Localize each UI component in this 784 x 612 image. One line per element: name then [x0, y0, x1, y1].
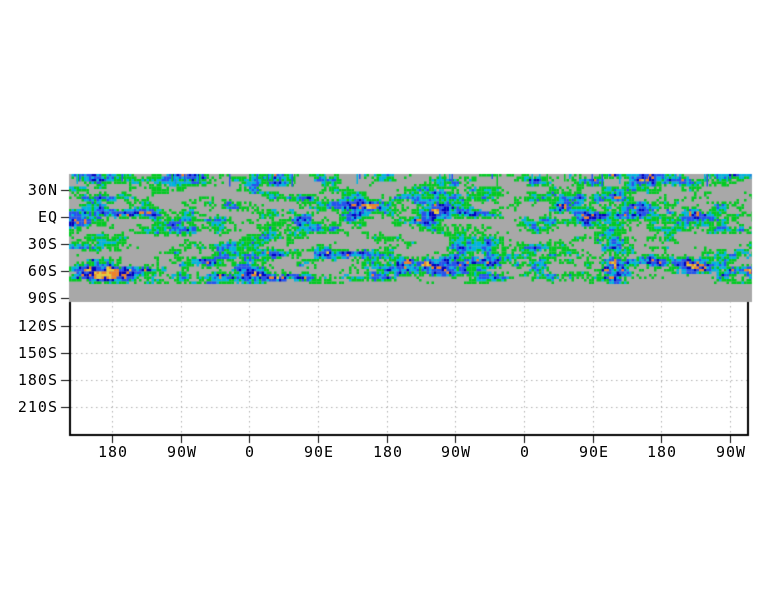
- x-tick-label: 90E: [303, 443, 335, 461]
- grads-plot-figure: 30N EQ 30S 60S 90S 120S 150S 180S 210S 180 90W 0 90…: [0, 0, 784, 612]
- y-tick-label: 30S: [27, 235, 58, 253]
- x-tick-label: 0: [244, 443, 256, 461]
- y-tick-label: EQ: [37, 208, 58, 226]
- x-tick-label: 180: [97, 443, 129, 461]
- y-tick-label: 90S: [27, 289, 58, 307]
- y-tick-label: 180S: [17, 371, 58, 389]
- x-tick-label: 90W: [166, 443, 198, 461]
- x-tick-label: 0: [519, 443, 531, 461]
- y-tick-label: 60S: [27, 262, 58, 280]
- x-tick-label: 90W: [715, 443, 747, 461]
- x-tick-label: 180: [372, 443, 404, 461]
- x-tick-label: 90E: [578, 443, 610, 461]
- y-tick-label: 150S: [17, 344, 58, 362]
- y-tick-label: 210S: [17, 398, 58, 416]
- heatmap-field-canvas: [0, 0, 784, 612]
- x-tick-label: 180: [646, 443, 678, 461]
- x-tick-label: 90W: [440, 443, 472, 461]
- y-tick-label: 30N: [27, 181, 58, 199]
- y-tick-label: 120S: [17, 317, 58, 335]
